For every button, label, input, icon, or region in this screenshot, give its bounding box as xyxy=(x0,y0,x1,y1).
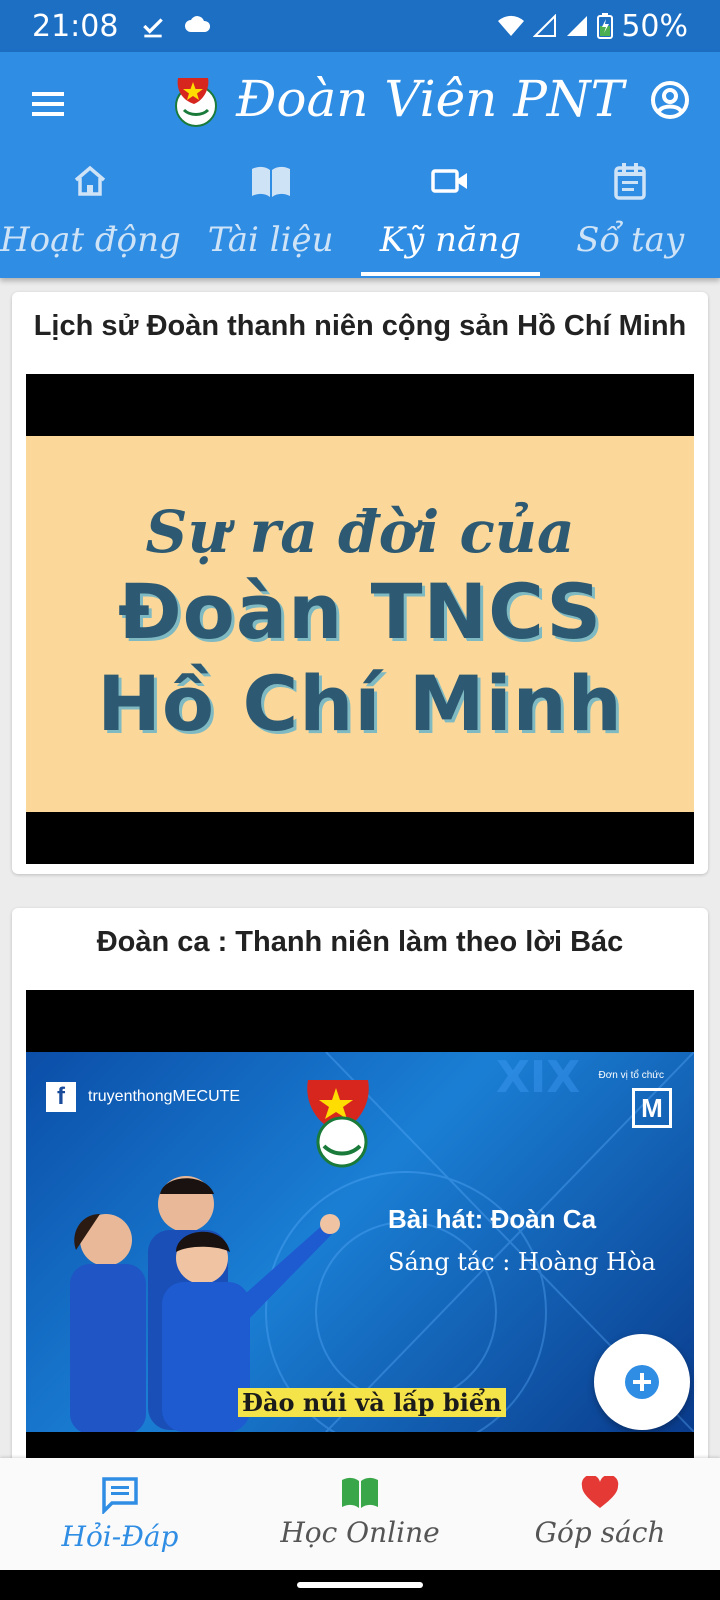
app-title: Đoàn Viên PNT xyxy=(236,70,625,128)
signal-icon xyxy=(533,14,557,37)
thumbnail-text: Hồ Chí Minh xyxy=(97,659,623,748)
menu-button[interactable] xyxy=(28,82,72,126)
tab-label: Tài liệu xyxy=(207,220,334,260)
status-bar: 21:08 50% xyxy=(0,0,720,52)
app-logo xyxy=(170,72,222,128)
video-list: Lịch sử Đoàn thanh niên cộng sản Hồ Chí … xyxy=(0,278,720,1458)
facebook-page-name: truyenthongMECUTE xyxy=(88,1088,241,1105)
nav-hoi-dap[interactable]: Hỏi-Đáp xyxy=(0,1458,240,1570)
system-navigation-bar xyxy=(0,1570,720,1600)
video-player[interactable]: Sự ra đời của Đoàn TNCS Hồ Chí Minh xyxy=(26,374,694,864)
nav-hoc-online[interactable]: Học Online xyxy=(240,1458,480,1570)
notebook-icon xyxy=(614,163,646,200)
wifi-icon xyxy=(498,15,525,36)
facebook-tag: f truyenthongMECUTE xyxy=(46,1082,240,1112)
video-camera-icon xyxy=(431,169,468,193)
heart-icon xyxy=(581,1476,619,1508)
account-circle-icon xyxy=(651,81,689,119)
video-card[interactable]: Lịch sử Đoàn thanh niên cộng sản Hồ Chí … xyxy=(12,292,708,874)
nav-label: Hỏi-Đáp xyxy=(61,1520,179,1553)
status-time: 21:08 xyxy=(32,8,119,44)
composer-text: Sáng tác : Hoàng Hòa xyxy=(388,1248,656,1276)
video-title: Đoàn ca : Thanh niên làm theo lời Bác xyxy=(96,926,624,958)
menu-icon xyxy=(32,92,64,116)
nav-label: Góp sách xyxy=(534,1516,666,1549)
tab-tai-lieu[interactable]: Tài liệu xyxy=(181,148,361,278)
add-circle-icon xyxy=(625,1365,659,1399)
book-icon xyxy=(251,166,290,197)
thumbnail-text: Sự ra đời của xyxy=(145,498,575,566)
video-thumbnail: Sự ra đời của Đoàn TNCS Hồ Chí Minh xyxy=(26,436,694,812)
nav-gop-sach[interactable]: Góp sách xyxy=(480,1458,720,1570)
tab-bar: Hoạt động Tài liệu Kỹ năng Sổ tay xyxy=(0,148,720,278)
tab-label: Sổ tay xyxy=(576,220,685,260)
cloud-icon xyxy=(185,16,211,32)
thumbnail-text: Đoàn TNCS xyxy=(117,567,603,656)
home-gesture-handle[interactable] xyxy=(297,1582,423,1588)
lyric-caption: Đào núi và lấp biển xyxy=(238,1388,506,1417)
organizer-label: Đơn vị tổ chức xyxy=(598,1070,665,1081)
download-done-icon xyxy=(143,18,164,38)
signal-full-icon xyxy=(567,16,588,36)
tab-hoat-dong[interactable]: Hoạt động xyxy=(0,148,181,278)
tab-so-tay[interactable]: Sổ tay xyxy=(540,148,720,278)
battery-charging-icon xyxy=(597,13,614,39)
bottom-navigation: Hỏi-Đáp Học Online Góp sách xyxy=(0,1458,720,1570)
battery-percent: 50% xyxy=(621,8,688,44)
app-bar: Đoàn Viên PNT Hoạt động Tài liệu Kỹ năng xyxy=(0,52,720,278)
chat-icon xyxy=(102,1477,138,1514)
video-title: Lịch sử Đoàn thanh niên cộng sản Hồ Chí … xyxy=(33,310,687,342)
tab-ky-nang[interactable]: Kỹ năng xyxy=(360,148,541,278)
home-icon xyxy=(75,165,106,196)
nav-label: Học Online xyxy=(280,1516,440,1549)
svg-text:XIX: XIX xyxy=(496,1052,580,1103)
tab-label: Hoạt động xyxy=(0,220,181,260)
tab-label: Kỹ năng xyxy=(379,220,522,260)
add-button[interactable] xyxy=(594,1334,690,1430)
facebook-icon: f xyxy=(46,1082,76,1112)
youth-union-emblem xyxy=(307,1080,369,1168)
account-button[interactable] xyxy=(648,78,692,122)
open-book-icon xyxy=(342,1477,378,1508)
brand-logo: M xyxy=(632,1088,672,1128)
song-title: Bài hát: Đoàn Ca xyxy=(388,1204,597,1234)
